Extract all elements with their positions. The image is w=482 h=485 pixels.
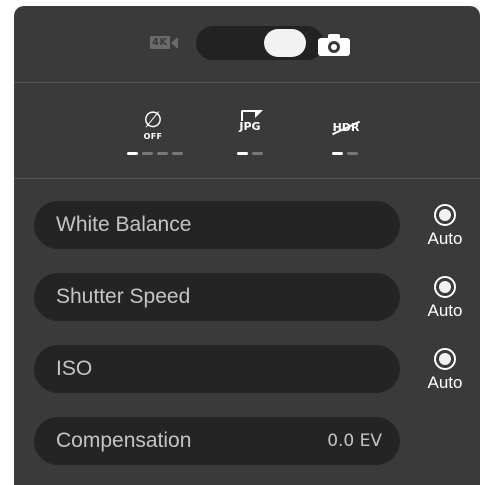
divider <box>14 82 480 83</box>
indicator-dot <box>237 152 248 155</box>
white-balance-auto-toggle[interactable]: Auto <box>422 204 468 248</box>
indicator-dot <box>127 152 138 155</box>
jpg-file-icon: JPG <box>237 110 263 132</box>
indicator-dot <box>172 152 183 155</box>
indicator-dot <box>347 152 358 155</box>
indicator-dot <box>157 152 168 155</box>
shutter-speed-label: Shutter Speed <box>56 285 191 308</box>
shutter-speed-control[interactable]: Shutter Speed <box>34 273 400 321</box>
iso-auto-toggle[interactable]: Auto <box>422 348 468 392</box>
format-mode-label: JPG <box>237 121 263 132</box>
hdr-mode-indicator <box>332 152 358 155</box>
shutter-speed-auto-toggle[interactable]: Auto <box>422 276 468 320</box>
white-balance-label: White Balance <box>56 213 192 236</box>
iso-control[interactable]: ISO <box>34 345 400 393</box>
timer-mode-indicator <box>127 152 183 155</box>
radio-icon <box>434 348 456 370</box>
format-mode-indicator <box>237 152 263 155</box>
divider <box>14 178 480 179</box>
format-mode-button[interactable]: JPG <box>230 110 270 132</box>
timer-mode-button[interactable]: ∅ OFF <box>133 108 173 142</box>
video-camera-icon <box>170 36 178 49</box>
indicator-dot <box>252 152 263 155</box>
camera-settings-panel: 4K ∅ OFF JPG HDR <box>14 6 480 485</box>
video-badge-label: 4K <box>150 36 170 49</box>
auto-label: Auto <box>427 229 463 248</box>
timer-off-icon: ∅ <box>143 108 163 133</box>
iso-label: ISO <box>56 357 93 380</box>
white-balance-control[interactable]: White Balance <box>34 201 400 249</box>
video-4k-icon[interactable]: 4K <box>150 36 178 49</box>
compensation-value: 0.0 EV <box>327 431 382 451</box>
indicator-dot <box>142 152 153 155</box>
camera-icon[interactable] <box>318 34 350 56</box>
toggle-knob[interactable] <box>264 29 306 57</box>
video-photo-toggle[interactable] <box>196 26 324 60</box>
compensation-label: Compensation <box>56 429 192 452</box>
hdr-off-icon: HDR <box>331 120 360 136</box>
indicator-dot <box>332 152 343 155</box>
radio-icon <box>434 276 456 298</box>
auto-label: Auto <box>427 373 463 392</box>
timer-mode-label: OFF <box>143 132 163 141</box>
hdr-mode-button[interactable]: HDR <box>326 110 366 136</box>
compensation-control[interactable]: Compensation 0.0 EV <box>34 417 400 465</box>
radio-icon <box>434 204 456 226</box>
auto-label: Auto <box>427 301 463 320</box>
